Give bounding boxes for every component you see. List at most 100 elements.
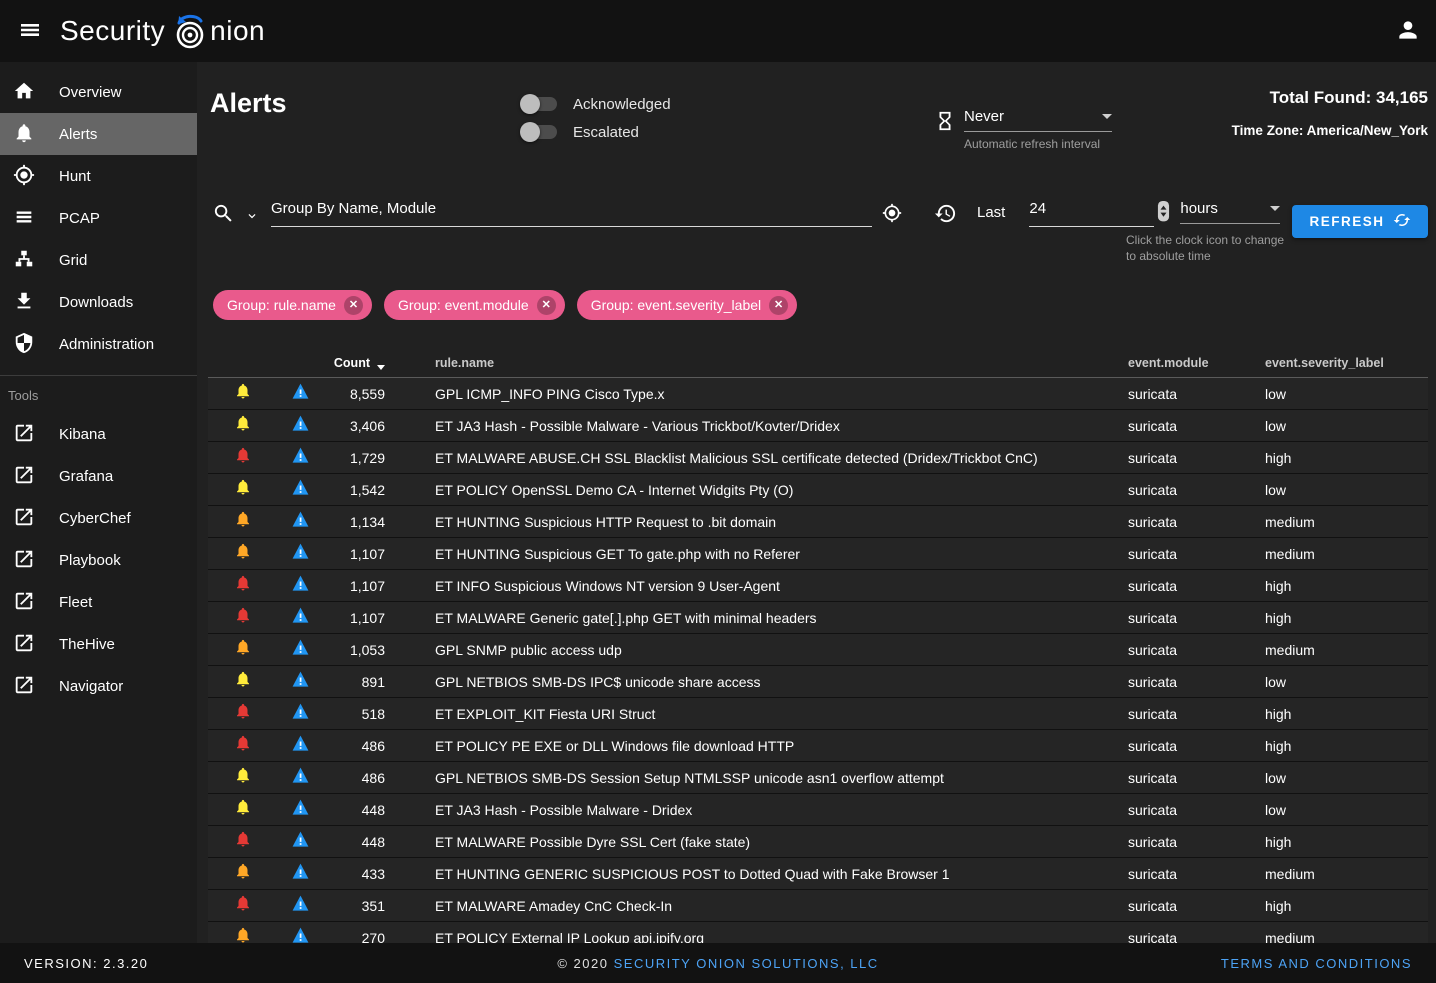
tool-item-grafana[interactable]: Grafana xyxy=(0,455,197,497)
copyright-link[interactable]: SECURITY ONION SOLUTIONS, LLC xyxy=(614,956,879,971)
tool-item-thehive[interactable]: TheHive xyxy=(0,623,197,665)
alert-triangle-icon[interactable] xyxy=(291,382,310,406)
grid-icon xyxy=(13,248,37,272)
table-row[interactable]: 1,134ET HUNTING Suspicious HTTP Request … xyxy=(208,506,1428,538)
severity-bell-icon[interactable] xyxy=(234,830,252,853)
alert-triangle-icon[interactable] xyxy=(291,862,310,886)
table-row[interactable]: 433ET HUNTING GENERIC SUSPICIOUS POST to… xyxy=(208,858,1428,890)
severity-bell-icon[interactable] xyxy=(234,734,252,757)
tool-item-cyberchef[interactable]: CyberChef xyxy=(0,497,197,539)
severity-bell-icon[interactable] xyxy=(234,446,252,469)
tool-item-label: CyberChef xyxy=(59,510,131,527)
alert-triangle-icon[interactable] xyxy=(291,478,310,502)
chip-close-icon[interactable]: ✕ xyxy=(537,296,556,315)
refresh-interval-select[interactable]: Never xyxy=(964,108,1112,132)
tool-item-fleet[interactable]: Fleet xyxy=(0,581,197,623)
severity-bell-icon[interactable] xyxy=(234,606,252,629)
stepper-icon[interactable] xyxy=(1157,200,1170,222)
table-row[interactable]: 518ET EXPLOIT_KIT Fiesta URI Structsuric… xyxy=(208,698,1428,730)
chip-close-icon[interactable]: ✕ xyxy=(769,296,788,315)
alert-triangle-icon[interactable] xyxy=(291,830,310,854)
table-row[interactable]: 448ET JA3 Hash - Possible Malware - Drid… xyxy=(208,794,1428,826)
person-icon xyxy=(1395,17,1421,46)
sidebar-item-administration[interactable]: Administration xyxy=(0,323,197,365)
alert-triangle-icon[interactable] xyxy=(291,798,310,822)
alert-triangle-icon[interactable] xyxy=(291,766,310,790)
table-row[interactable]: 1,107ET INFO Suspicious Windows NT versi… xyxy=(208,570,1428,602)
sidebar-item-grid[interactable]: Grid xyxy=(0,239,197,281)
alert-triangle-icon[interactable] xyxy=(291,446,310,470)
column-header-count[interactable]: Count xyxy=(323,356,385,370)
alert-triangle-icon[interactable] xyxy=(291,638,310,662)
table-row[interactable]: 1,542ET POLICY OpenSSL Demo CA - Interne… xyxy=(208,474,1428,506)
table-row[interactable]: 8,559GPL ICMP_INFO PING Cisco Type.xsuri… xyxy=(208,378,1428,410)
filter-crosshair-icon[interactable] xyxy=(882,203,902,223)
table-row[interactable]: 1,107ET MALWARE Generic gate[.].php GET … xyxy=(208,602,1428,634)
refresh-button[interactable]: REFRESH xyxy=(1292,205,1428,238)
severity-bell-icon[interactable] xyxy=(234,382,252,405)
chip-close-icon[interactable]: ✕ xyxy=(344,296,363,315)
severity-bell-icon[interactable] xyxy=(234,670,252,693)
table-row[interactable]: 891GPL NETBIOS SMB-DS IPC$ unicode share… xyxy=(208,666,1428,698)
alert-triangle-icon[interactable] xyxy=(291,894,310,918)
toggle-switch[interactable] xyxy=(523,97,557,111)
table-row[interactable]: 1,053GPL SNMP public access udpsuricatam… xyxy=(208,634,1428,666)
alert-rule-name: ET POLICY PE EXE or DLL Windows file dow… xyxy=(385,738,1128,754)
alert-triangle-icon[interactable] xyxy=(291,606,310,630)
severity-bell-icon[interactable] xyxy=(234,926,252,943)
alert-triangle-icon[interactable] xyxy=(291,734,310,758)
severity-bell-icon[interactable] xyxy=(234,862,252,885)
group-chip[interactable]: Group: rule.name✕ xyxy=(213,290,372,320)
time-value-input[interactable] xyxy=(1029,200,1129,217)
severity-bell-icon[interactable] xyxy=(234,702,252,725)
alert-triangle-icon[interactable] xyxy=(291,670,310,694)
table-row[interactable]: 351ET MALWARE Amadey CnC Check-Insuricat… xyxy=(208,890,1428,922)
search-input[interactable] xyxy=(271,200,872,217)
severity-bell-icon[interactable] xyxy=(234,638,252,661)
alert-triangle-icon[interactable] xyxy=(291,574,310,598)
sidebar-item-pcap[interactable]: PCAP xyxy=(0,197,197,239)
table-row[interactable]: 1,107ET HUNTING Suspicious GET To gate.p… xyxy=(208,538,1428,570)
menu-button[interactable] xyxy=(0,0,60,62)
tool-item-navigator[interactable]: Navigator xyxy=(0,665,197,707)
severity-bell-icon[interactable] xyxy=(234,414,252,437)
table-row[interactable]: 270ET POLICY External IP Lookup api.ipif… xyxy=(208,922,1428,943)
alert-triangle-icon[interactable] xyxy=(291,510,310,534)
search-options-chevron-icon[interactable] xyxy=(245,209,259,228)
sidebar-item-alerts[interactable]: Alerts xyxy=(0,113,197,155)
alert-event-module: suricata xyxy=(1128,610,1265,626)
tool-item-playbook[interactable]: Playbook xyxy=(0,539,197,581)
severity-bell-icon[interactable] xyxy=(234,574,252,597)
time-unit-select[interactable]: hours xyxy=(1180,200,1280,224)
group-chip[interactable]: Group: event.severity_label✕ xyxy=(577,290,797,320)
severity-bell-icon[interactable] xyxy=(234,542,252,565)
column-header-severity[interactable]: event.severity_label xyxy=(1265,356,1428,370)
table-row[interactable]: 1,729ET MALWARE ABUSE.CH SSL Blacklist M… xyxy=(208,442,1428,474)
table-row[interactable]: 3,406ET JA3 Hash - Possible Malware - Va… xyxy=(208,410,1428,442)
severity-bell-icon[interactable] xyxy=(234,798,252,821)
severity-bell-icon[interactable] xyxy=(234,766,252,789)
sidebar-item-downloads[interactable]: Downloads xyxy=(0,281,197,323)
severity-bell-icon[interactable] xyxy=(234,478,252,501)
group-chip[interactable]: Group: event.module✕ xyxy=(384,290,565,320)
column-header-event-module[interactable]: event.module xyxy=(1128,356,1265,370)
alert-triangle-icon[interactable] xyxy=(291,702,310,726)
sidebar-item-overview[interactable]: Overview xyxy=(0,71,197,113)
sidebar-item-hunt[interactable]: Hunt xyxy=(0,155,197,197)
sidebar-item-label: Grid xyxy=(59,252,87,269)
tool-item-kibana[interactable]: Kibana xyxy=(0,413,197,455)
column-header-rule-name[interactable]: rule.name xyxy=(385,356,1128,370)
toggle-switch[interactable] xyxy=(523,125,557,139)
alert-triangle-icon[interactable] xyxy=(291,414,310,438)
severity-bell-icon[interactable] xyxy=(234,894,252,917)
history-clock-icon[interactable] xyxy=(934,202,957,225)
table-row[interactable]: 486ET POLICY PE EXE or DLL Windows file … xyxy=(208,730,1428,762)
alert-event-module: suricata xyxy=(1128,930,1265,944)
severity-bell-icon[interactable] xyxy=(234,510,252,533)
table-row[interactable]: 486GPL NETBIOS SMB-DS Session Setup NTML… xyxy=(208,762,1428,794)
alert-triangle-icon[interactable] xyxy=(291,542,310,566)
table-row[interactable]: 448ET MALWARE Possible Dyre SSL Cert (fa… xyxy=(208,826,1428,858)
alert-triangle-icon[interactable] xyxy=(291,926,310,944)
user-account-button[interactable] xyxy=(1380,0,1436,62)
total-found-label: Total Found: 34,165 xyxy=(1232,88,1428,108)
